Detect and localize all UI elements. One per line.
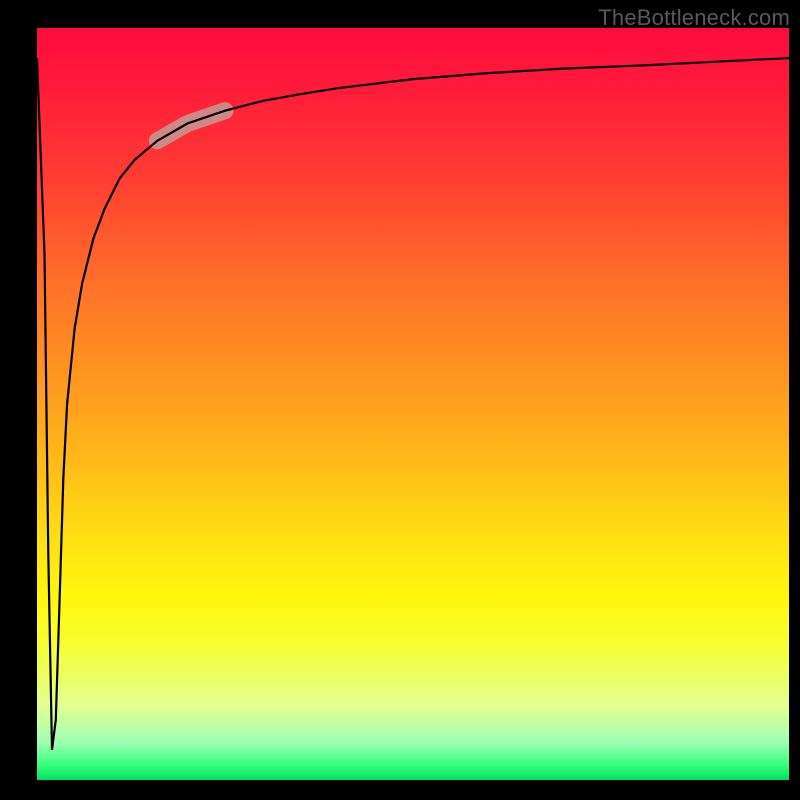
- plot-area: [37, 28, 789, 780]
- curve-layer: [37, 28, 789, 780]
- watermark-text: TheBottleneck.com: [598, 5, 790, 31]
- chart-frame: TheBottleneck.com: [0, 0, 800, 800]
- bottleneck-curve: [37, 58, 789, 750]
